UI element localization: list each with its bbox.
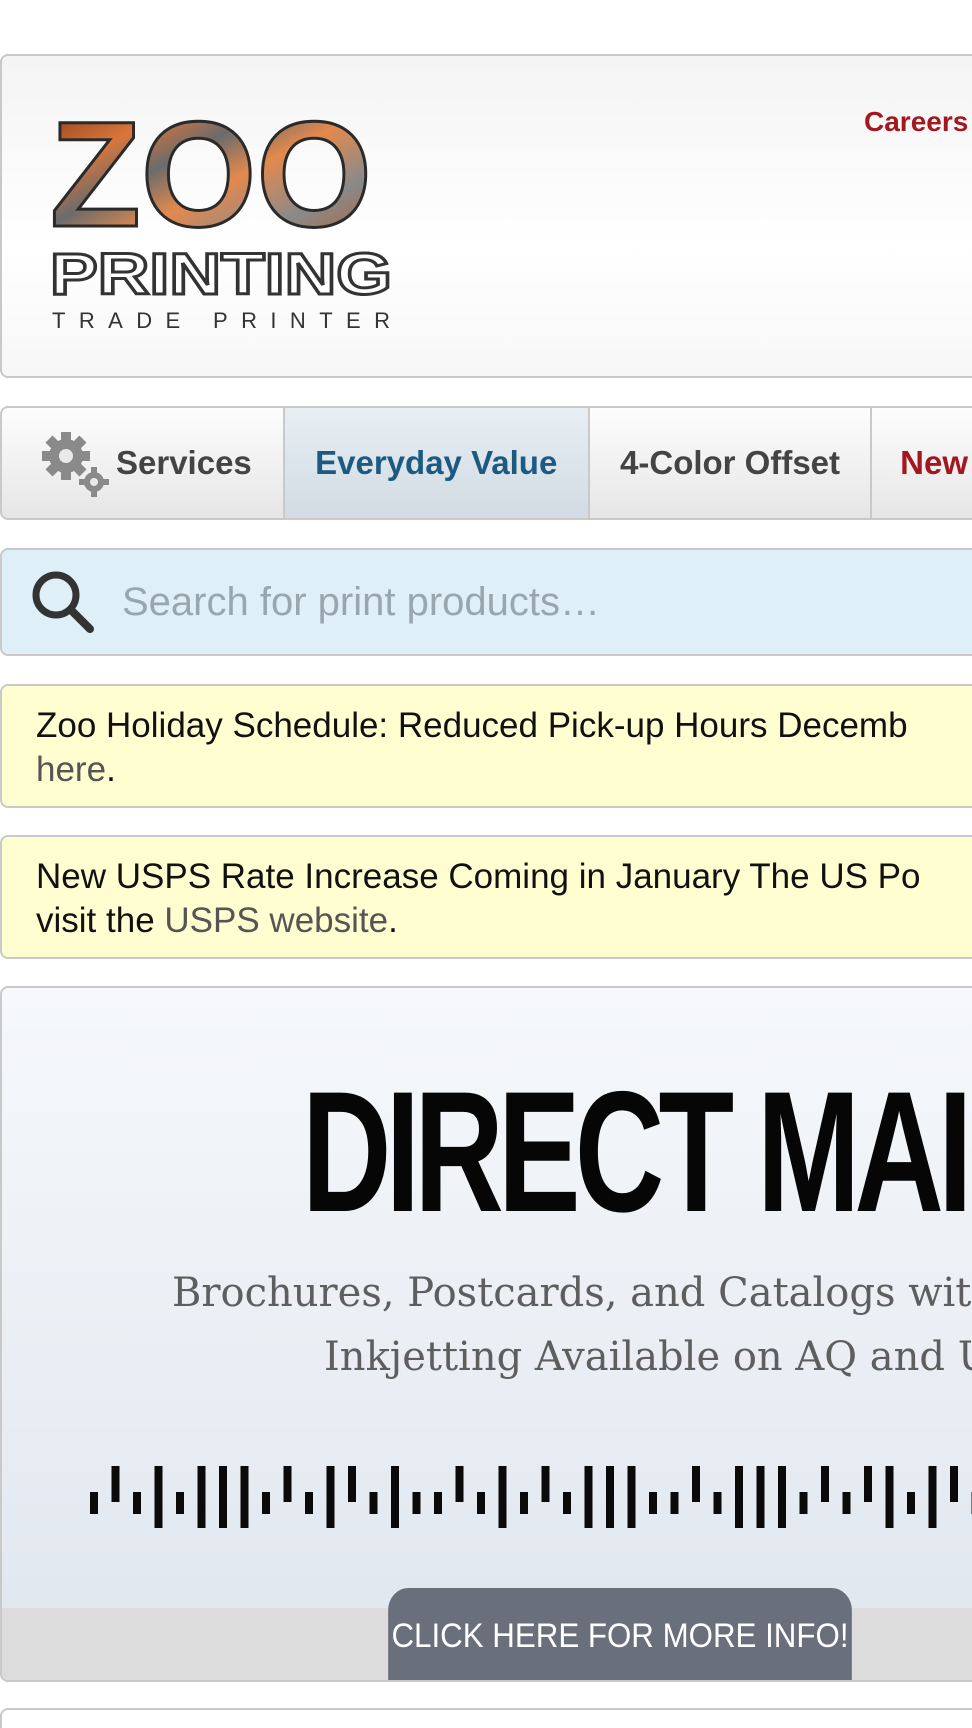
nav-tab-4-color-offset-label: 4-Color Offset — [620, 444, 841, 481]
banner-title: DIRECT MAIL — [302, 1056, 972, 1248]
nav-tab-services[interactable]: Services — [2, 408, 285, 518]
usps-notice-suffix: . — [388, 901, 398, 940]
zoo-printing-logo[interactable]: ZOO PRINTING TRADE PRINTER — [48, 98, 408, 338]
nav-tab-everyday-value-label: Everyday Value — [315, 444, 558, 481]
banner-subtitle-line2: Inkjetting Available on AQ and U — [324, 1334, 972, 1380]
main-nav: Services Everyday Value 4-Color Offset N… — [0, 406, 972, 520]
usps-notice-prefix: visit the — [36, 901, 165, 940]
search-input[interactable] — [122, 579, 922, 625]
holiday-notice-suffix: . — [106, 750, 116, 789]
svg-text:TRADE PRINTER: TRADE PRINTER — [52, 308, 390, 333]
careers-link[interactable]: Careers — [864, 106, 968, 138]
nav-tab-new-label: New — [900, 444, 968, 481]
more-info-button[interactable]: CLICK HERE FOR MORE INFO! — [388, 1588, 852, 1680]
nav-tab-new[interactable]: New — [872, 408, 972, 518]
gears-icon — [42, 432, 109, 497]
usps-website-link[interactable]: USPS website — [164, 901, 388, 940]
holiday-notice: Zoo Holiday Schedule: Reduced Pick-up Ho… — [0, 684, 972, 808]
holiday-notice-text: Zoo Holiday Schedule: Reduced Pick-up Ho… — [36, 706, 908, 745]
nav-tab-4-color-offset[interactable]: 4-Color Offset — [590, 408, 873, 518]
holiday-notice-link[interactable]: here — [36, 750, 106, 789]
search-bar — [0, 548, 972, 656]
usps-notice: New USPS Rate Increase Coming in January… — [0, 835, 972, 959]
search-icon[interactable] — [28, 567, 98, 637]
postal-barcode-graphic — [90, 1466, 972, 1528]
svg-text:PRINTING: PRINTING — [50, 242, 392, 307]
next-section — [0, 1708, 972, 1728]
nav-tab-everyday-value[interactable]: Everyday Value — [284, 408, 590, 518]
direct-mail-banner[interactable]: DIRECT MAIL Brochures, Postcards, and Ca… — [0, 986, 972, 1682]
site-header: ZOO PRINTING TRADE PRINTER Careers — [0, 54, 972, 378]
banner-subtitle-line1: Brochures, Postcards, and Catalogs with — [172, 1270, 972, 1316]
nav-tab-services-label: Services — [116, 444, 252, 481]
usps-notice-text: New USPS Rate Increase Coming in January… — [36, 857, 921, 896]
svg-text:ZOO: ZOO — [50, 98, 372, 258]
